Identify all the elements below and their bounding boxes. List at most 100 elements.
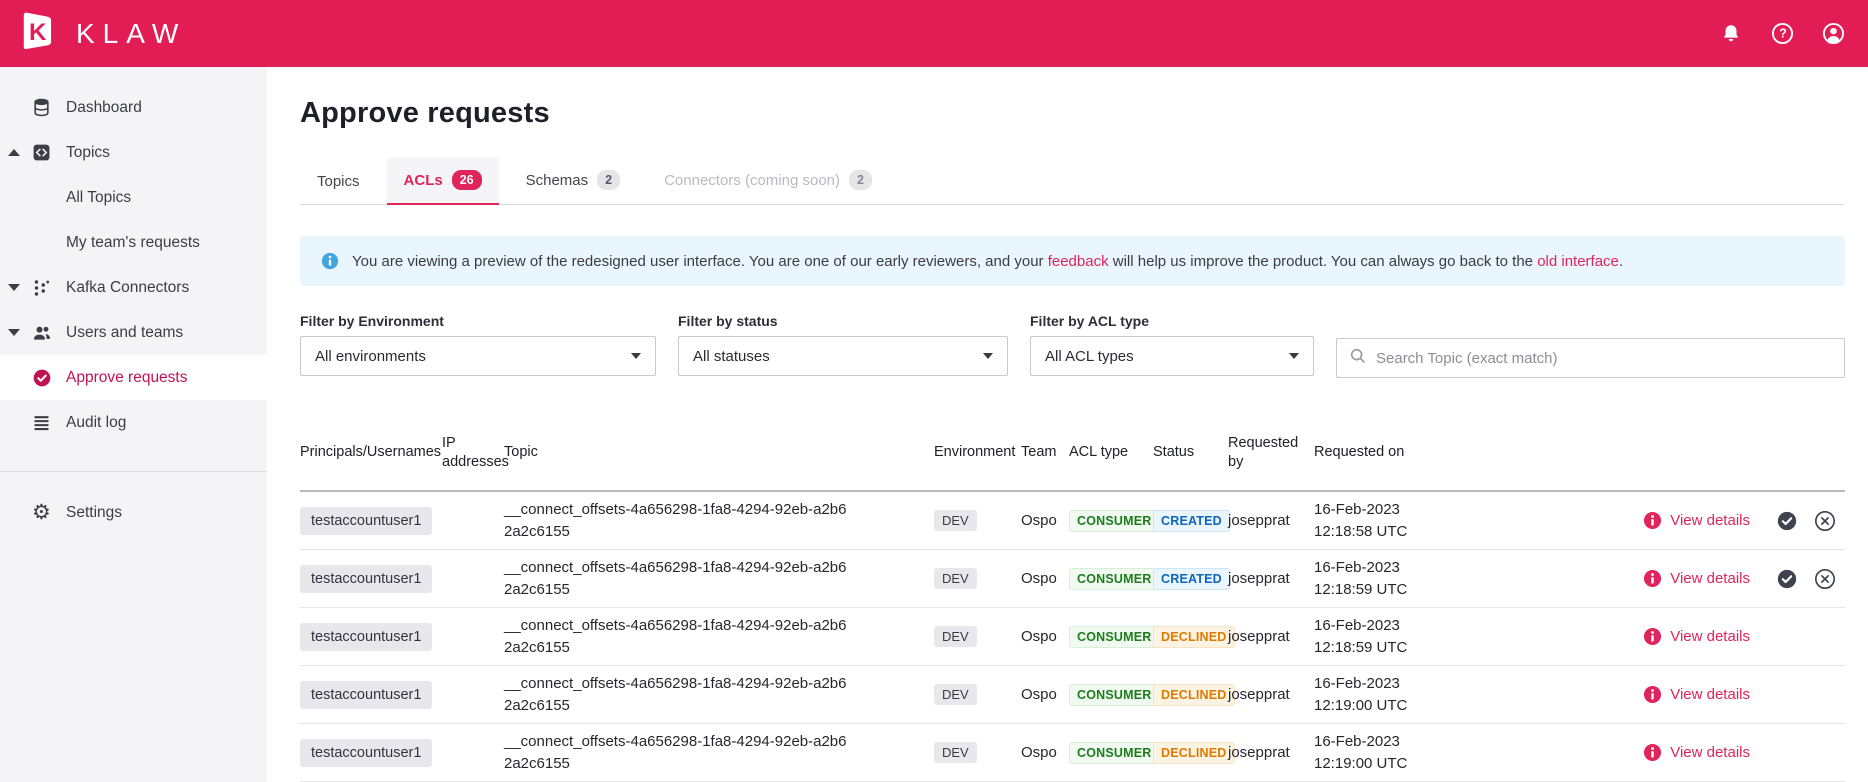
- principal-chip: testaccountuser1: [300, 623, 432, 651]
- column-header: Status: [1153, 443, 1228, 463]
- view-details-label: View details: [1670, 628, 1750, 645]
- tab-acls[interactable]: ACLs 26: [387, 157, 499, 205]
- tab-count-badge: 26: [452, 170, 482, 190]
- requested-on-cell: 16-Feb-2023 12:19:00 UTC: [1314, 731, 1464, 775]
- column-header: Requested by: [1228, 434, 1314, 473]
- actions-cell: View details: [1464, 510, 1845, 532]
- sidebar-item-kafka-connectors[interactable]: Kafka Connectors: [0, 265, 267, 310]
- environment-filter-select[interactable]: All environments: [300, 336, 656, 376]
- acl-type-badge: CONSUMER: [1069, 510, 1160, 532]
- sidebar-item-approve-requests[interactable]: Approve requests: [0, 355, 267, 400]
- topic-name: __connect_offsets-4a656298-1fa8-4294-92e…: [504, 673, 849, 717]
- tab-count-badge: 2: [849, 170, 872, 190]
- sidebar-item-my-teams-requests[interactable]: My team's requests: [0, 220, 267, 265]
- acl-type-filter-select[interactable]: All ACL types: [1030, 336, 1314, 376]
- decline-button[interactable]: [1814, 510, 1836, 532]
- old-interface-link[interactable]: old interface: [1537, 253, 1619, 270]
- topic-name: __connect_offsets-4a656298-1fa8-4294-92e…: [504, 499, 849, 543]
- details-info-icon: [1643, 511, 1662, 530]
- sidebar-item-dashboard[interactable]: Dashboard: [0, 85, 267, 130]
- view-details-label: View details: [1670, 686, 1750, 703]
- view-details-link[interactable]: View details: [1643, 743, 1750, 762]
- acl-type-badge: CONSUMER: [1069, 568, 1160, 590]
- team-cell: Ospo: [1021, 628, 1069, 645]
- decline-button[interactable]: [1814, 568, 1836, 590]
- acl-type-badge: CONSUMER: [1069, 626, 1160, 648]
- approve-button[interactable]: [1776, 510, 1798, 532]
- sidebar-item-users-and-teams[interactable]: Users and teams: [0, 310, 267, 355]
- header-icons: ?: [1719, 22, 1845, 46]
- view-details-link[interactable]: View details: [1643, 627, 1750, 646]
- people-icon: [32, 323, 62, 343]
- sidebar-item-label: Approve requests: [62, 369, 188, 387]
- actions-cell: View details: [1464, 742, 1845, 764]
- sidebar-item-label: Kafka Connectors: [62, 279, 189, 297]
- filter-row: Filter by Environment All environments F…: [300, 313, 1845, 378]
- chevron-down-icon: [983, 353, 993, 359]
- banner-text: .: [1619, 253, 1623, 270]
- status-badge: CREATED: [1153, 510, 1230, 532]
- sidebar-item-all-topics[interactable]: All Topics: [0, 175, 267, 220]
- sidebar-item-settings[interactable]: ⚙ Settings: [0, 490, 267, 535]
- profile-icon[interactable]: [1821, 22, 1845, 46]
- sidebar: Dashboard Topics All Topics My team's re…: [0, 67, 267, 782]
- requested-on-cell: 16-Feb-2023 12:18:59 UTC: [1314, 615, 1464, 659]
- table-header-row: Principals/Usernames IP addresses Topic …: [300, 416, 1845, 492]
- klaw-logo-icon: K: [18, 10, 60, 57]
- status-filter-label: Filter by status: [678, 313, 1008, 329]
- view-details-link[interactable]: View details: [1643, 569, 1750, 588]
- preview-info-banner: You are viewing a preview of the redesig…: [300, 236, 1845, 286]
- banner-text: will help us improve the product. You ca…: [1109, 253, 1538, 270]
- tab-bar: Topics ACLs 26 Schemas 2 Connectors (com…: [300, 157, 1845, 205]
- help-icon[interactable]: ?: [1770, 22, 1794, 46]
- sidebar-divider: [0, 471, 267, 472]
- chevron-up-icon: [8, 149, 20, 156]
- environment-badge: DEV: [934, 742, 977, 763]
- search-input[interactable]: [1376, 350, 1832, 367]
- code-square-icon: [32, 143, 62, 162]
- status-filter-select[interactable]: All statuses: [678, 336, 1008, 376]
- svg-text:K: K: [29, 19, 47, 46]
- feedback-link[interactable]: feedback: [1048, 253, 1109, 270]
- environment-badge: DEV: [934, 684, 977, 705]
- info-icon: [321, 252, 339, 270]
- requested-by-cell: josepprat: [1228, 512, 1314, 529]
- table-row: testaccountuser1 __connect_offsets-4a656…: [300, 608, 1845, 666]
- status-filter: Filter by status All statuses: [678, 313, 1008, 378]
- selected-value: All environments: [315, 348, 426, 365]
- topic-name: __connect_offsets-4a656298-1fa8-4294-92e…: [504, 615, 849, 659]
- check-circle-icon: [32, 368, 62, 388]
- view-details-link[interactable]: View details: [1643, 685, 1750, 704]
- view-details-link[interactable]: View details: [1643, 511, 1750, 530]
- acl-requests-table: Principals/Usernames IP addresses Topic …: [300, 416, 1845, 782]
- notification-bell-icon[interactable]: [1719, 22, 1743, 46]
- sidebar-item-label: Dashboard: [62, 99, 142, 117]
- acl-type-badge: CONSUMER: [1069, 742, 1160, 764]
- database-icon: [32, 98, 62, 117]
- sidebar-item-label: Users and teams: [62, 324, 183, 342]
- requested-by-cell: josepprat: [1228, 744, 1314, 761]
- brand[interactable]: K KLAW: [18, 10, 186, 57]
- topic-search: [1336, 338, 1845, 378]
- approve-button[interactable]: [1776, 568, 1798, 590]
- chevron-down-icon: [8, 329, 20, 336]
- team-cell: Ospo: [1021, 512, 1069, 529]
- sidebar-item-audit-log[interactable]: Audit log: [0, 400, 267, 445]
- sidebar-item-label: Audit log: [62, 414, 126, 432]
- main-content: Approve requests Topics ACLs 26 Schemas …: [267, 67, 1868, 782]
- gear-icon: ⚙: [32, 502, 62, 523]
- tab-schemas[interactable]: Schemas 2: [509, 157, 637, 205]
- environment-filter-label: Filter by Environment: [300, 313, 656, 329]
- requested-on-cell: 16-Feb-2023 12:18:58 UTC: [1314, 499, 1464, 543]
- dots-grid-icon: [32, 279, 62, 297]
- sidebar-item-topics[interactable]: Topics: [0, 130, 267, 175]
- view-details-label: View details: [1670, 512, 1750, 529]
- view-details-label: View details: [1670, 744, 1750, 761]
- tab-topics[interactable]: Topics: [300, 160, 377, 205]
- search-icon: [1349, 347, 1367, 370]
- column-header: Team: [1021, 443, 1069, 463]
- requested-by-cell: josepprat: [1228, 628, 1314, 645]
- team-cell: Ospo: [1021, 570, 1069, 587]
- chevron-down-icon: [8, 284, 20, 291]
- environment-badge: DEV: [934, 568, 977, 589]
